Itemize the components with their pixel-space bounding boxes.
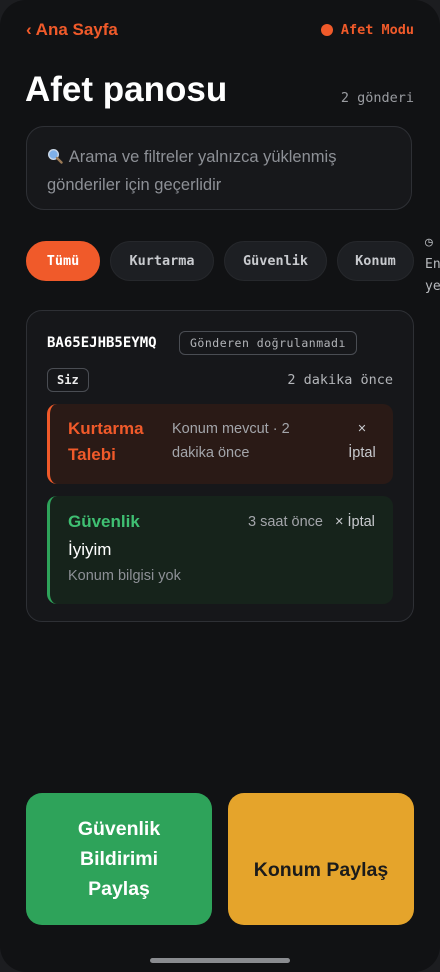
clock-icon: ◷ <box>425 235 433 250</box>
back-label: Ana Sayfa <box>35 20 118 39</box>
filter-chip-safety[interactable]: Güvenlik <box>224 241 327 281</box>
entry-message: İyiyim <box>68 540 112 559</box>
filter-chip-all[interactable]: Tümü <box>26 241 100 281</box>
mode-label: Afet Modu <box>340 22 414 38</box>
page-title: Afet panosu <box>25 70 228 109</box>
search-notice-box[interactable]: Arama ve filtreler yalnızca yüklenmiş gö… <box>26 126 412 210</box>
top-bar: ‹ Ana Sayfa Afet Modu <box>26 20 414 44</box>
share-safety-button[interactable]: Güvenlik Bildirimi Paylaş <box>26 793 212 925</box>
search-notice-text: Arama ve filtreler yalnızca yüklenmiş gö… <box>47 148 337 194</box>
owner-badge: Siz <box>47 368 89 392</box>
post-time: 2 dakika önce <box>287 372 393 388</box>
sender-id: BA65EJHB5EYMQ <box>47 335 157 351</box>
chevron-left-icon: ‹ <box>26 20 32 39</box>
post-card: BA65EJHB5EYMQ Gönderen doğrulanmadı Siz … <box>26 310 414 622</box>
rescue-entry: Kurtarma Talebi Konum mevcut · 2 dakika … <box>47 404 393 484</box>
status-dot-icon <box>320 24 333 36</box>
disaster-board-screen: ‹ Ana Sayfa Afet Modu Afet panosu 2 gönd… <box>0 0 440 972</box>
share-location-button[interactable]: Konum Paylaş <box>228 793 414 925</box>
filter-chip-location[interactable]: Konum <box>337 241 414 281</box>
sort-hint-line1: En <box>425 257 440 272</box>
disaster-mode-indicator: Afet Modu <box>320 22 414 38</box>
filter-chips: Tümü Kurtarma Güvenlik Konum <box>26 241 440 281</box>
sort-hint-line2: ye <box>425 279 440 294</box>
sort-overflow-hint[interactable]: ◷ En ye <box>425 232 440 298</box>
post-count: 2 gönderi <box>340 90 414 106</box>
safety-entry: Güvenlik 3 saat önce × İptal İyiyim Konu… <box>47 496 393 604</box>
entry-location: Konum bilgisi yok <box>68 568 181 584</box>
search-icon <box>47 148 63 164</box>
unverified-badge: Gönderen doğrulanmadı <box>179 331 357 355</box>
entry-type: Kurtarma Talebi <box>68 419 144 464</box>
filter-chip-rescue[interactable]: Kurtarma <box>110 241 214 281</box>
cancel-button[interactable]: × İptal <box>335 510 375 534</box>
entry-meta: 3 saat önce <box>248 514 323 530</box>
cancel-button[interactable]: × İptal <box>344 417 380 465</box>
home-indicator[interactable] <box>150 958 290 963</box>
back-button[interactable]: ‹ Ana Sayfa <box>26 20 118 40</box>
entry-meta: Konum mevcut · 2 dakika önce <box>172 421 290 461</box>
entry-type: Güvenlik <box>68 512 140 531</box>
